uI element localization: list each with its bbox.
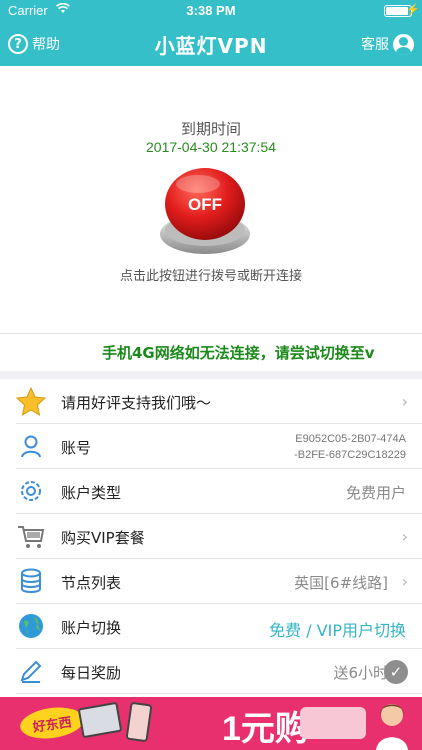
node-list-row[interactable]: 节点列表 英国[6#线路] › [16,559,422,604]
status-time: 3:38 PM [186,3,236,18]
top-bar: Carrier 3:38 PM ⚡ ? 帮助 小蓝灯VPN 客服 [0,0,422,66]
status-bar: Carrier 3:38 PM ⚡ [0,0,422,22]
chevron-right-icon: › [401,527,408,546]
ad-badge: 好东西 [18,703,86,743]
node-list-value: 英国[6#线路] [294,574,388,592]
connect-toggle-button[interactable]: OFF [158,160,252,256]
buy-vip-label: 购买VIP套餐 [61,529,145,547]
app-title: 小蓝灯VPN [154,34,268,58]
account-switch-value[interactable]: 免费 / VIP用户切换 [269,617,406,641]
ad-banner[interactable]: 好东西 1元购 [0,697,422,750]
daily-reward-value: 送6小时 [333,664,388,682]
user-icon [16,431,46,461]
buy-vip-row[interactable]: 购买VIP套餐 › [16,514,422,559]
chevron-right-icon: › [401,572,408,591]
customer-service-button[interactable]: 客服 [361,33,414,55]
ad-main-text: 1元购 [222,710,309,748]
gear-icon [16,476,46,506]
divider [0,333,422,334]
expire-time: 2017-04-30 21:37:54 [146,139,276,155]
charging-icon: ⚡ [406,4,420,16]
node-list-label: 节点列表 [61,574,122,592]
daily-reward-label: 每日奖励 [61,664,122,682]
globe-icon [16,611,46,641]
rate-app-row[interactable]: 请用好评支持我们哦～ › [15,379,422,424]
customer-service-label: 客服 [361,37,389,53]
chevron-right-icon: › [401,392,408,411]
checkmark-icon: ✓ [384,660,408,684]
user-avatar-icon [393,33,414,55]
account-id-line2: -B2FE-687C29C18229 [294,449,406,461]
account-row: 账号 E9052C05-2B07-474A -B2FE-687C29C18229 [16,424,422,469]
account-label: 账号 [61,439,92,457]
section-gap [0,371,422,379]
account-switch-row[interactable]: 账户切换 免费 / VIP用户切换 [16,604,422,649]
tablet-image [77,701,123,739]
star-icon [15,386,47,416]
off-label: OFF [188,195,222,214]
account-switch-label: 账户切换 [61,619,122,637]
expire-label: 到期时间 [180,120,241,138]
account-type-label: 账户类型 [61,484,122,502]
phone-image [125,701,153,743]
account-id: E9052C05-2B07-474A -B2FE-687C29C18229 [294,431,406,463]
pencil-icon [16,656,46,686]
account-id-line1: E9052C05-2B07-474A [295,433,406,445]
connect-hint: 点击此按钮进行拨号或断开连接 [119,269,302,284]
settings-list: 请用好评支持我们哦～ › 账号 E9052C05-2B07-474A -B2FE… [0,379,422,694]
database-icon [16,566,46,596]
account-type-row: 账户类型 免费用户 [16,469,422,514]
account-type-value: 免费用户 [345,484,406,502]
daily-reward-row[interactable]: 每日奖励 送6小时 ✓ [16,649,422,694]
notice-marquee: 手机4G网络如无法连接，请尝试切换至v [102,344,375,362]
product-image [300,707,366,739]
rate-app-label: 请用好评支持我们哦～ [61,394,212,412]
model-image [376,704,408,750]
cart-icon [16,521,46,551]
